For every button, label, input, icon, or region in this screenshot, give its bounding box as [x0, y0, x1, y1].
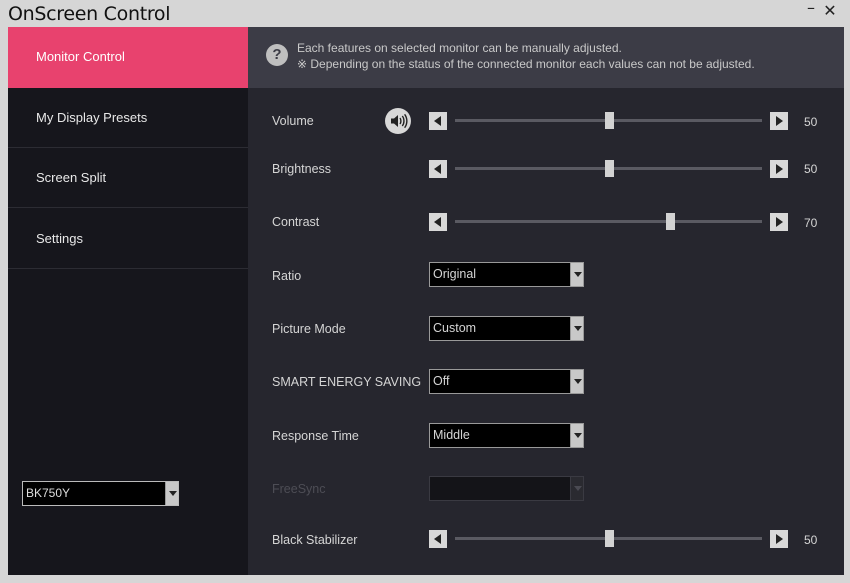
chevron-down-icon	[570, 477, 583, 500]
info-text-line1: Each features on selected monitor can be…	[297, 41, 622, 55]
black-stabilizer-decrease-button[interactable]	[429, 530, 447, 548]
contrast-slider-track[interactable]	[455, 213, 762, 230]
sidebar-item-monitor-control[interactable]: Monitor Control	[8, 27, 248, 88]
contrast-value: 70	[804, 216, 818, 230]
sidebar: Monitor Control My Display Presets Scree…	[8, 27, 248, 575]
response-time-select[interactable]: Middle	[429, 423, 584, 448]
chevron-down-icon[interactable]	[570, 424, 583, 447]
monitor-select[interactable]: BK750Y	[22, 481, 179, 506]
ratio-select[interactable]: Original	[429, 262, 584, 287]
picture-mode-select[interactable]: Custom	[429, 316, 584, 341]
info-text-line2: ※ Depending on the status of the connect…	[297, 57, 755, 71]
chevron-down-icon[interactable]	[570, 370, 583, 393]
chevron-down-icon[interactable]	[570, 263, 583, 286]
freesync-label: FreeSync	[272, 482, 326, 496]
smart-energy-saving-value: Off	[433, 374, 450, 388]
brightness-label: Brightness	[272, 162, 332, 176]
app-title: OnScreen Control	[8, 3, 171, 25]
response-time-value: Middle	[433, 428, 470, 442]
smart-energy-saving-label: SMART ENERGY SAVING	[272, 375, 422, 389]
title-bar: OnScreen Control – ✕	[0, 0, 850, 27]
response-time-label: Response Time	[272, 429, 359, 443]
volume-slider-thumb[interactable]	[604, 112, 614, 129]
main-panel: ? Each features on selected monitor can …	[248, 27, 844, 575]
monitor-select-value: BK750Y	[26, 486, 71, 500]
sidebar-item-my-display-presets[interactable]: My Display Presets	[8, 88, 248, 148]
chevron-down-icon[interactable]	[165, 482, 178, 505]
chevron-down-icon[interactable]	[570, 317, 583, 340]
brightness-slider-thumb[interactable]	[604, 160, 614, 177]
volume-label: Volume	[272, 114, 314, 128]
volume-increase-button[interactable]	[770, 112, 788, 130]
picture-mode-value: Custom	[433, 321, 477, 335]
smart-energy-saving-select[interactable]: Off	[429, 369, 584, 394]
question-mark-icon: ?	[266, 44, 288, 66]
sidebar-item-screen-split[interactable]: Screen Split	[8, 148, 248, 208]
freesync-select	[429, 476, 584, 501]
close-button[interactable]: ✕	[819, 1, 841, 21]
info-banner: ? Each features on selected monitor can …	[248, 27, 844, 88]
contrast-increase-button[interactable]	[770, 213, 788, 231]
volume-decrease-button[interactable]	[429, 112, 447, 130]
black-stabilizer-slider-thumb[interactable]	[604, 530, 614, 547]
black-stabilizer-increase-button[interactable]	[770, 530, 788, 548]
volume-value: 50	[804, 115, 818, 129]
picture-mode-label: Picture Mode	[272, 322, 346, 336]
brightness-value: 50	[804, 162, 818, 176]
sidebar-item-settings[interactable]: Settings	[8, 209, 248, 269]
contrast-slider-thumb[interactable]	[665, 213, 675, 230]
ratio-label: Ratio	[272, 269, 302, 283]
contrast-decrease-button[interactable]	[429, 213, 447, 231]
brightness-decrease-button[interactable]	[429, 160, 447, 178]
contrast-label: Contrast	[272, 215, 320, 229]
black-stabilizer-slider-track[interactable]	[455, 530, 762, 547]
volume-slider-track[interactable]	[455, 112, 762, 129]
speaker-icon[interactable]	[385, 108, 411, 134]
ratio-value: Original	[433, 267, 477, 281]
brightness-slider-track[interactable]	[455, 160, 762, 177]
brightness-increase-button[interactable]	[770, 160, 788, 178]
black-stabilizer-label: Black Stabilizer	[272, 533, 358, 547]
black-stabilizer-value: 50	[804, 533, 818, 547]
